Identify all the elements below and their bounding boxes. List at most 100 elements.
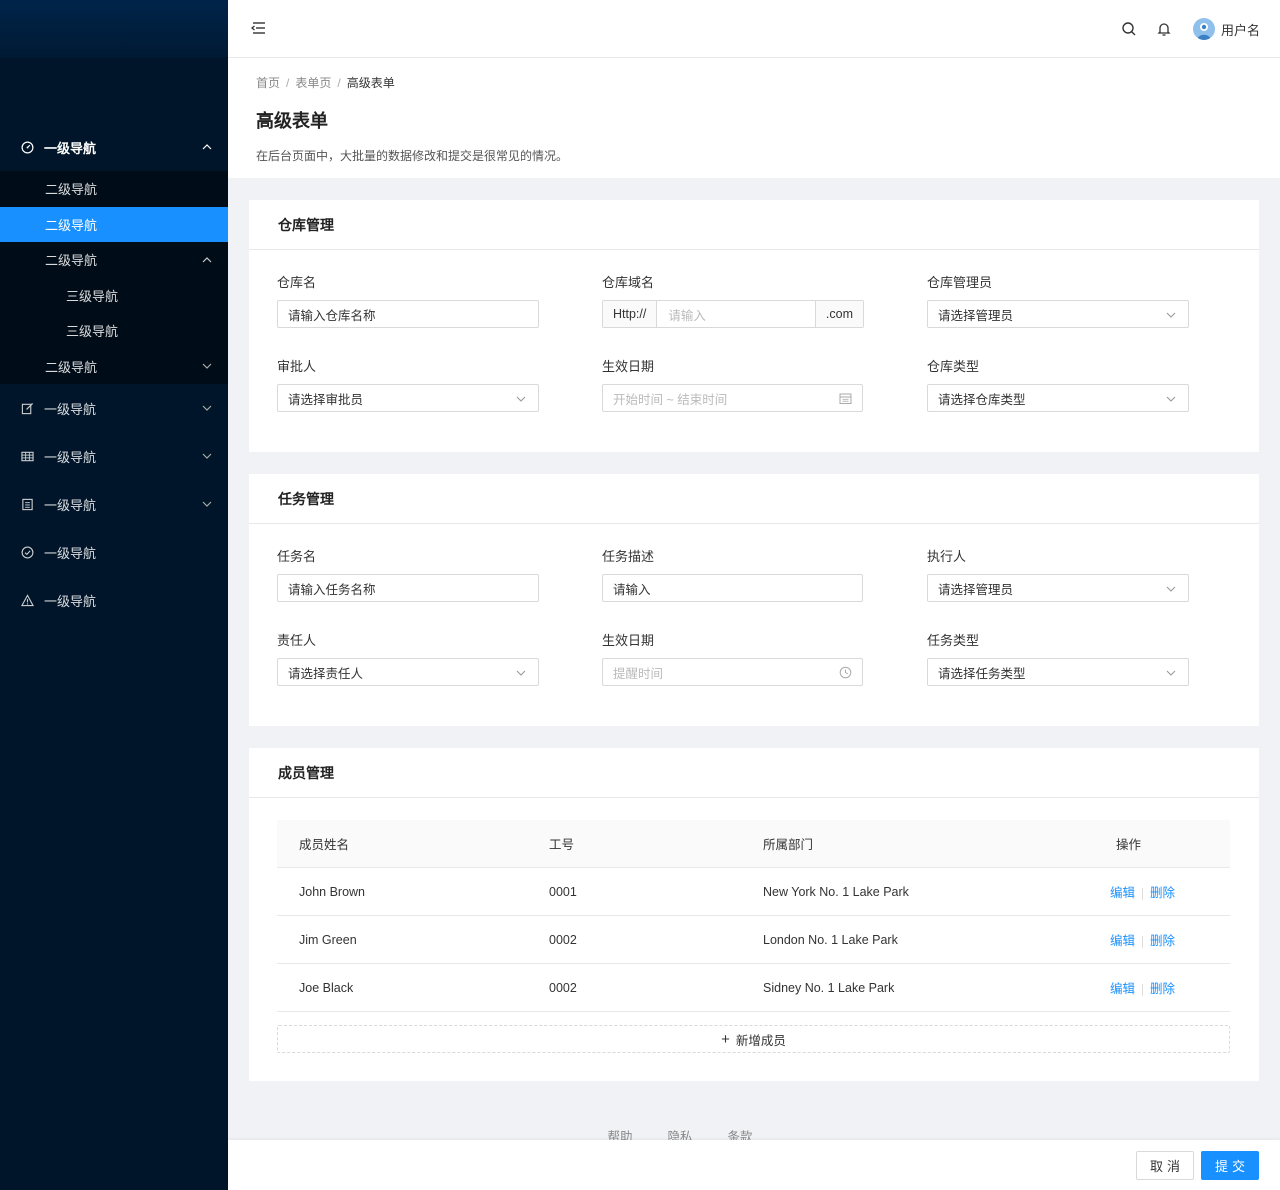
submit-button[interactable]: 提交: [1201, 1151, 1259, 1180]
domain-input-group: Http:// 请输入 .com: [602, 300, 864, 328]
delete-link[interactable]: 删除: [1150, 934, 1175, 948]
divider: [1142, 887, 1144, 900]
time-picker[interactable]: 提醒时间: [602, 658, 863, 686]
warehouse-type-field: 仓库类型 请选择仓库类型: [927, 356, 1189, 412]
add-member-button[interactable]: + 新增成员: [277, 1025, 1230, 1053]
task-desc-field: 任务描述 请输入: [602, 546, 863, 602]
domain-prefix: Http://: [603, 301, 658, 327]
sidebar-item-level1-dashboard[interactable]: 一级导航: [0, 123, 228, 171]
field-label: 仓库管理员: [927, 275, 993, 290]
warehouse-admin-field: 仓库管理员 请选择管理员: [927, 272, 1189, 328]
chevron-down-icon: [516, 670, 526, 676]
breadcrumb-current: 高级表单: [346, 76, 395, 90]
field-label: 生效日期: [602, 633, 655, 648]
cancel-button[interactable]: 取消: [1136, 1151, 1194, 1180]
table-row: Joe Black 0002 Sidney No. 1 Lake Park 编辑…: [277, 964, 1230, 1012]
delete-link[interactable]: 删除: [1150, 982, 1175, 996]
sidebar-item-level3[interactable]: 三级导航: [0, 313, 228, 349]
sidebar-item-level2[interactable]: 二级导航: [0, 349, 228, 385]
edit-link[interactable]: 编辑: [1110, 934, 1135, 948]
sidebar-item-level1-table[interactable]: 一级导航: [0, 432, 228, 480]
task-desc-input[interactable]: 请输入: [602, 574, 863, 602]
sidebar-item-level3[interactable]: 三级导航: [0, 278, 228, 314]
breadcrumb-forms[interactable]: 表单页: [295, 76, 331, 90]
task-card: 任务管理 任务名 请输入任务名称 任务描述 请输入 执行人 请选择管理员 责任人…: [249, 474, 1259, 726]
select-value: 请选择审批员: [288, 392, 364, 407]
row-actions: 编辑 删除: [1061, 882, 1230, 901]
chevron-down-icon: [1166, 586, 1176, 592]
page-description: 在后台页面中，大批量的数据修改和提交是很常见的情况。: [256, 149, 569, 163]
card-title: 任务管理: [249, 474, 1259, 524]
select-value: 请选择管理员: [938, 582, 1014, 597]
warning-icon: [20, 593, 34, 607]
field-label: 执行人: [927, 549, 967, 564]
sidebar-item-level1-result[interactable]: 一级导航: [0, 528, 228, 576]
breadcrumb: 首页 / 表单页 / 高级表单: [256, 74, 395, 91]
sidebar-item-level1-edit[interactable]: 一级导航: [0, 384, 228, 432]
dashboard-icon: [20, 140, 34, 154]
members-card: 成员管理 成员姓名 工号 所属部门 操作 John Brown 0001 New…: [249, 748, 1259, 1081]
sidebar-item-level2[interactable]: 二级导航: [0, 171, 228, 207]
chevron-down-icon: [202, 405, 212, 411]
table-row: John Brown 0001 New York No. 1 Lake Park…: [277, 868, 1230, 916]
member-id: 0001: [549, 884, 577, 899]
sidebar-item-label: 二级导航: [45, 253, 98, 269]
members-table: 成员姓名 工号 所属部门 操作 John Brown 0001 New York…: [277, 820, 1230, 1012]
menu-fold-icon[interactable]: [250, 20, 266, 36]
field-label: 任务描述: [602, 549, 655, 564]
chevron-down-icon: [1166, 670, 1176, 676]
warehouse-type-select[interactable]: 请选择仓库类型: [927, 384, 1189, 412]
date-range-picker[interactable]: 开始时间 ~ 结束时间: [602, 384, 863, 412]
search-icon[interactable]: [1121, 21, 1137, 37]
field-label: 任务名: [277, 549, 317, 564]
edit-link[interactable]: 编辑: [1110, 886, 1135, 900]
time-placeholder: 提醒时间: [613, 666, 664, 681]
sidebar-item-label: 一级导航: [44, 449, 97, 465]
task-name-input[interactable]: 请输入任务名称: [277, 574, 539, 602]
username[interactable]: 用户名: [1221, 20, 1260, 39]
sidebar-item-level1-list[interactable]: 一级导航: [0, 480, 228, 528]
domain-suffix: .com: [814, 301, 863, 327]
sidebar-item-label: 一级导航: [44, 401, 97, 417]
select-value: 请选择仓库类型: [938, 392, 1026, 407]
calendar-icon: [839, 393, 852, 404]
sidebar-item-label: 二级导航: [45, 217, 98, 233]
owner-select[interactable]: 请选择责任人: [277, 658, 539, 686]
warehouse-date-field: 生效日期 开始时间 ~ 结束时间: [602, 356, 863, 412]
sidebar-item-level1-exception[interactable]: 一级导航: [0, 576, 228, 624]
warehouse-name-input[interactable]: 请输入仓库名称: [277, 300, 539, 328]
card-title: 成员管理: [249, 748, 1259, 798]
admin-select[interactable]: 请选择管理员: [927, 300, 1189, 328]
page-header: 首页 / 表单页 / 高级表单 高级表单 在后台页面中，大批量的数据修改和提交是很常见的…: [228, 58, 1280, 178]
task-date-field: 生效日期 提醒时间: [602, 630, 863, 686]
avatar[interactable]: [1193, 18, 1215, 40]
approver-select[interactable]: 请选择审批员: [277, 384, 539, 412]
sidebar-item-level2-active[interactable]: 二级导航: [0, 206, 228, 242]
sidebar-item-label: 三级导航: [66, 324, 119, 340]
date-range-placeholder: 开始时间 ~ 结束时间: [613, 392, 728, 407]
chevron-down-icon: [516, 396, 526, 402]
executor-select[interactable]: 请选择管理员: [927, 574, 1189, 602]
top-header: 用户名: [228, 0, 1280, 58]
member-dept: New York No. 1 Lake Park: [763, 884, 909, 899]
divider: [1142, 983, 1144, 996]
field-label: 生效日期: [602, 359, 655, 374]
sidebar-item-label: 一级导航: [44, 593, 97, 609]
delete-link[interactable]: 删除: [1150, 886, 1175, 900]
select-value: 请选择管理员: [938, 308, 1014, 323]
breadcrumb-home[interactable]: 首页: [256, 76, 280, 90]
domain-input[interactable]: 请输入: [657, 301, 815, 327]
field-label: 审批人: [277, 359, 317, 374]
divider: [1142, 935, 1144, 948]
member-id: 0002: [549, 980, 577, 995]
card-title: 仓库管理: [249, 200, 1259, 250]
breadcrumb-separator: /: [286, 76, 290, 90]
field-label: 任务类型: [927, 633, 980, 648]
sidebar-item-level2-expanded[interactable]: 二级导航: [0, 242, 228, 278]
task-type-select[interactable]: 请选择任务类型: [927, 658, 1189, 686]
member-name: Jim Green: [299, 932, 357, 947]
edit-link[interactable]: 编辑: [1110, 982, 1135, 996]
select-value: 请选择责任人: [288, 666, 364, 681]
member-name: John Brown: [299, 884, 366, 899]
bell-icon[interactable]: [1156, 21, 1172, 37]
